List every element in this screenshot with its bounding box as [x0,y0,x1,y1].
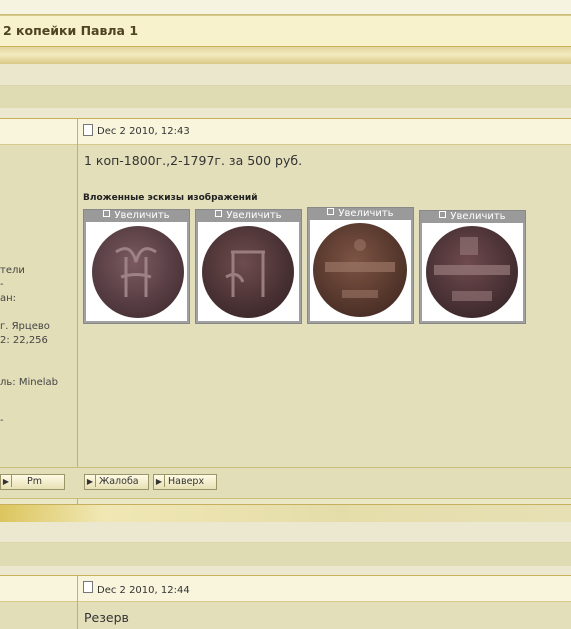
enlarge-icon [439,211,447,218]
attachment-thumbnail[interactable]: Увеличить [419,210,526,324]
attachment-thumbnail[interactable]: Увеличить [83,209,190,324]
coin-image[interactable] [198,222,299,321]
coin-1797-monogram-icon [202,226,294,318]
enlarge-icon [103,210,111,217]
enlarge-icon [327,208,335,215]
post-separator [0,504,571,523]
pm-label: Pm [27,476,42,487]
enlarge-label: Увеличить [226,210,282,221]
gold-band [0,47,571,64]
enlarge-link[interactable]: Увеличить [308,208,413,220]
enlarge-label: Увеличить [338,208,394,219]
post-date: Dec 2 2010, 12:43 [97,126,190,137]
toolbar-band [0,64,571,86]
coin-1800-reverse-icon [313,223,407,317]
profile-line: - [0,415,4,426]
coin-1800-monogram-icon [92,226,184,318]
profile-line: 2: 22,256 [0,335,48,346]
coin-image[interactable] [310,220,411,321]
post-text: Резерв [84,610,129,625]
toolbar-band-2 [0,86,571,108]
enlarge-label: Увеличить [114,210,170,221]
author-profile-column [0,602,77,629]
toolbar-band-3 [0,108,571,119]
profile-line: ль: Minelab [0,377,58,388]
back-to-top-button[interactable]: ▶ Наверх [153,474,217,490]
separator-band [0,522,571,543]
arrow-right-icon: ▶ [1,475,12,487]
profile-line: ан: [0,293,17,304]
post-text: 1 коп-1800г.,2-1797г. за 500 руб. [84,153,303,168]
enlarge-link[interactable]: Увеличить [420,211,525,223]
attachment-thumbnail[interactable]: Увеличить [307,207,414,324]
coin-image[interactable] [422,223,523,321]
top-strip [0,0,571,15]
post-body [78,602,571,629]
profile-line: тели [0,265,25,276]
coin-1797-reverse-icon [426,226,518,318]
attachment-thumbnail[interactable]: Увеличить [195,209,302,324]
arrow-right-icon: ▶ [154,475,165,487]
coin-image[interactable] [86,222,187,321]
complaint-label: Жалоба [99,476,139,487]
profile-line: г. Ярцево [0,321,50,332]
complaint-button[interactable]: ▶ Жалоба [84,474,149,490]
enlarge-icon [215,210,223,217]
post-link-icon[interactable] [83,581,93,593]
profile-line: - [0,279,4,290]
separator-band-2 [0,543,571,566]
separator-band-3 [0,566,571,576]
attachments-label: Вложенные эскизы изображений [83,193,258,203]
author-profile-column [0,145,77,467]
arrow-right-icon: ▶ [85,475,96,487]
enlarge-link[interactable]: Увеличить [196,210,301,222]
post-link-icon[interactable] [83,124,93,136]
post-date: Dec 2 2010, 12:44 [97,585,190,596]
pm-button[interactable]: ▶ Pm [0,474,65,490]
topic-title: 2 копейки Павла 1 [3,23,139,38]
enlarge-link[interactable]: Увеличить [84,210,189,222]
top-label: Наверх [168,476,205,487]
enlarge-label: Увеличить [450,211,506,222]
